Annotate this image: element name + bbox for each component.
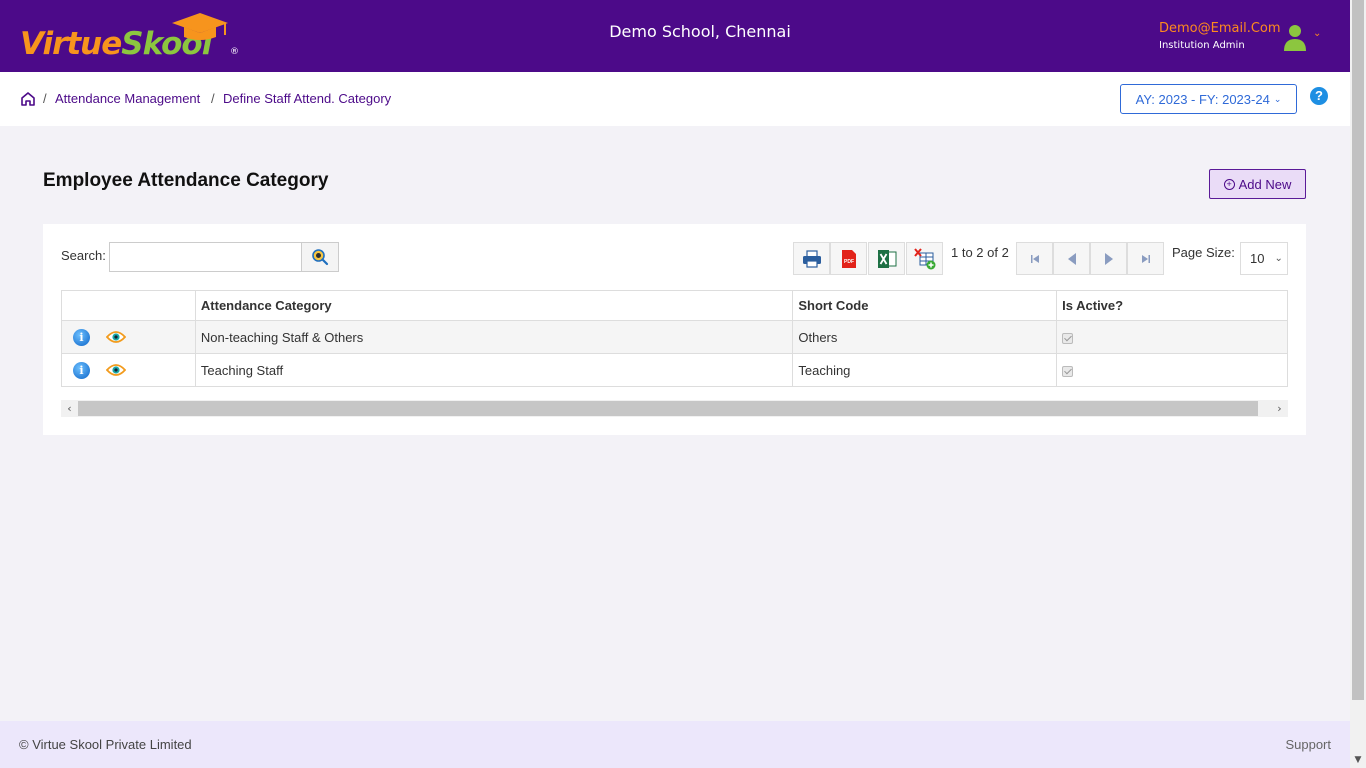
cell-short-code: Teaching	[792, 353, 1058, 387]
graduation-cap-icon	[172, 13, 228, 40]
row-actions: i	[61, 320, 196, 354]
user-role: Institution Admin	[1159, 40, 1245, 51]
top-header: VirtueSkool ® Demo School, Chennai Demo@…	[0, 0, 1350, 72]
excel-icon	[877, 249, 896, 268]
add-new-button[interactable]: + Add New	[1209, 169, 1306, 199]
breadcrumb-separator: /	[211, 91, 215, 106]
column-header-is-active[interactable]: Is Active?	[1056, 290, 1288, 321]
page-size-select[interactable]: 10 ⌄	[1240, 242, 1288, 275]
info-icon[interactable]: i	[73, 328, 90, 346]
export-pdf-button[interactable]: PDF	[830, 242, 867, 275]
column-header-attendance-category[interactable]: Attendance Category	[194, 290, 794, 321]
chevron-down-icon: ⌄	[1274, 253, 1283, 264]
page-size-value: 10	[1250, 251, 1265, 266]
help-icon[interactable]: ?	[1310, 87, 1328, 105]
info-icon[interactable]: i	[73, 361, 90, 379]
is-active-checkbox	[1062, 365, 1074, 377]
search-input[interactable]	[109, 242, 302, 272]
pager-summary: 1 to 2 of 2	[951, 245, 1009, 260]
pdf-icon: PDF	[841, 249, 856, 268]
is-active-checkbox	[1062, 332, 1074, 344]
excel-add-button[interactable]	[906, 242, 943, 275]
breadcrumb-current[interactable]: Define Staff Attend. Category	[223, 91, 391, 106]
academic-year-label: AY: 2023 - FY: 2023-24	[1135, 91, 1270, 107]
logo-text-virtue: Virtue	[20, 26, 122, 62]
scrollbar-thumb[interactable]	[1352, 0, 1364, 700]
grid-card: Search: PDF 1 to 2 of 2 Page Size: 10 ⌄ …	[43, 224, 1306, 435]
search-icon	[312, 249, 329, 266]
svg-text:PDF: PDF	[844, 259, 854, 265]
chevron-down-icon[interactable]: ⌄	[1313, 28, 1321, 39]
cell-short-code: Others	[792, 320, 1058, 354]
cell-is-active	[1056, 320, 1288, 354]
cell-is-active	[1056, 353, 1288, 387]
column-header-actions	[61, 290, 196, 321]
academic-year-dropdown[interactable]: AY: 2023 - FY: 2023-24 ⌄	[1120, 84, 1297, 114]
scroll-left-icon[interactable]: ‹	[61, 400, 78, 417]
next-page-icon	[1104, 252, 1113, 265]
copyright-text: © Virtue Skool Private Limited	[19, 737, 192, 752]
search-label: Search:	[61, 248, 106, 263]
row-actions: i	[61, 353, 196, 387]
school-name: Demo School, Chennai	[609, 22, 791, 41]
cell-attendance-category: Non-teaching Staff & Others	[194, 320, 794, 354]
search-button[interactable]	[301, 242, 339, 272]
eye-icon[interactable]	[105, 330, 126, 344]
logo-registered-mark: ®	[230, 47, 239, 57]
breadcrumb-attendance-management[interactable]: Attendance Management	[55, 91, 200, 106]
footer: © Virtue Skool Private Limited Support	[0, 721, 1350, 768]
window-vertical-scrollbar[interactable]: ▼	[1350, 0, 1366, 768]
cell-attendance-category: Teaching Staff	[194, 353, 794, 387]
scroll-down-icon[interactable]: ▼	[1350, 752, 1366, 768]
eye-icon[interactable]	[105, 363, 126, 377]
home-icon[interactable]	[20, 91, 36, 107]
plus-circle-icon: +	[1223, 178, 1235, 190]
first-page-button[interactable]	[1016, 242, 1053, 275]
first-page-icon	[1030, 254, 1039, 263]
page-title: Employee Attendance Category	[43, 170, 329, 191]
print-icon	[802, 249, 821, 268]
scrollbar-thumb[interactable]	[78, 401, 1258, 416]
last-page-button[interactable]	[1127, 242, 1164, 275]
next-page-button[interactable]	[1090, 242, 1127, 275]
user-email[interactable]: Demo@Email.Com	[1159, 21, 1281, 36]
export-excel-button[interactable]	[868, 242, 905, 275]
chevron-down-icon: ⌄	[1273, 93, 1282, 104]
previous-page-icon	[1067, 252, 1076, 265]
excel-add-icon	[913, 247, 935, 269]
scroll-right-icon[interactable]: ›	[1271, 400, 1288, 417]
table-header-row: Attendance Category Short Code Is Active…	[61, 290, 1288, 321]
column-header-short-code[interactable]: Short Code	[792, 290, 1058, 321]
table-horizontal-scrollbar[interactable]: ‹ ›	[61, 400, 1288, 417]
previous-page-button[interactable]	[1053, 242, 1090, 275]
attendance-category-table: Attendance Category Short Code Is Active…	[61, 290, 1288, 387]
table-row: i Non-teaching Staff & Others Others	[61, 320, 1288, 354]
table-row: i Teaching Staff Teaching	[61, 353, 1288, 387]
breadcrumb-bar: / Attendance Management / Define Staff A…	[0, 72, 1350, 126]
user-avatar-icon[interactable]	[1283, 24, 1307, 52]
last-page-icon	[1141, 254, 1150, 263]
support-link[interactable]: Support	[1285, 737, 1331, 752]
print-button[interactable]	[793, 242, 830, 275]
add-new-label: Add New	[1238, 176, 1292, 192]
breadcrumb-separator: /	[43, 91, 47, 106]
page-size-label: Page Size:	[1172, 245, 1235, 260]
